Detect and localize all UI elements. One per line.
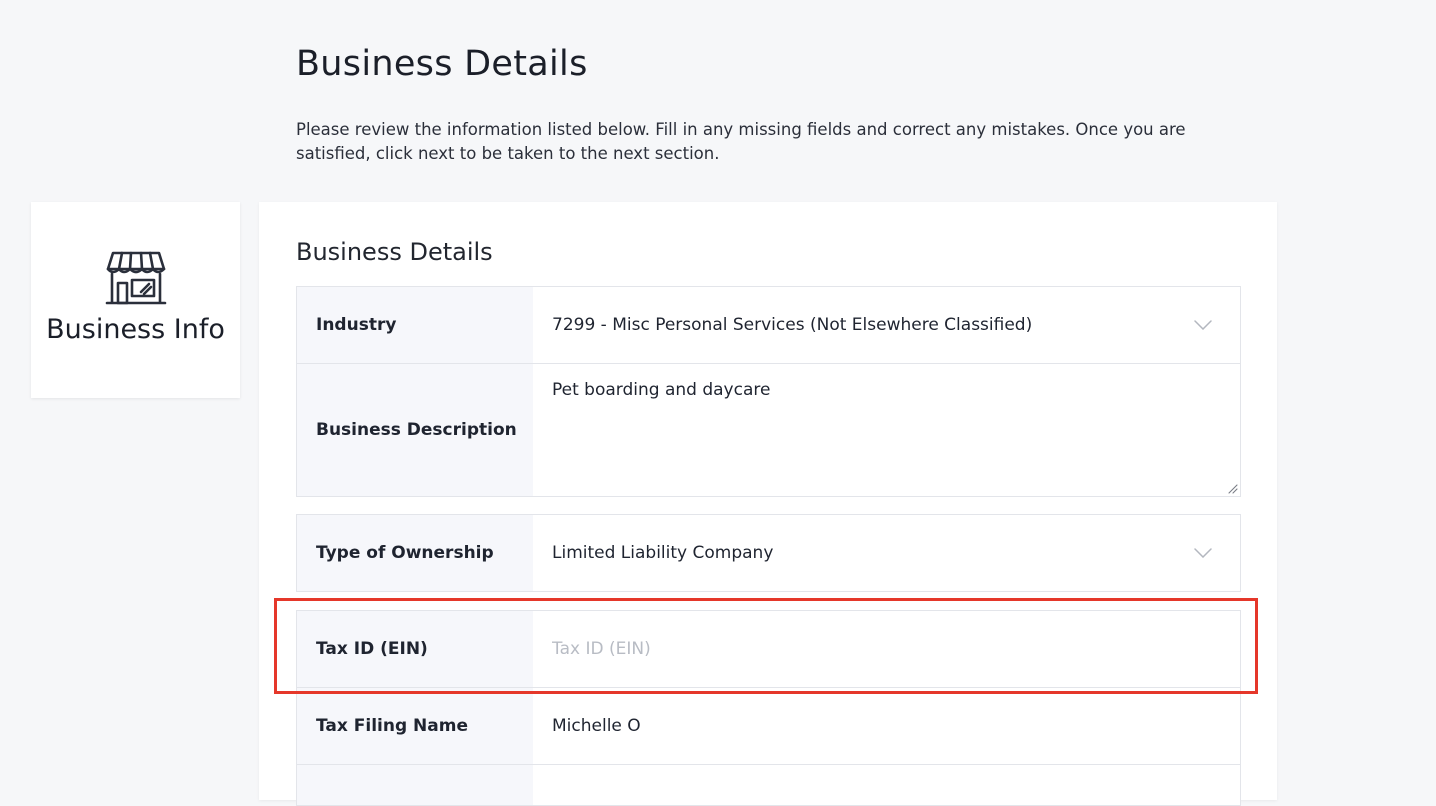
industry-description-group: Industry 7299 - Misc Personal Services (…: [296, 286, 1241, 497]
next-field-row: [297, 765, 1240, 805]
tax-id-input[interactable]: [552, 639, 1152, 659]
type-of-ownership-select[interactable]: Limited Liability Company: [533, 515, 1240, 591]
business-description-textarea[interactable]: Pet boarding and daycare: [533, 364, 1240, 496]
industry-row: Industry 7299 - Misc Personal Services (…: [297, 287, 1240, 364]
next-field-value[interactable]: [533, 765, 1240, 805]
type-of-ownership-row: Type of Ownership Limited Liability Comp…: [297, 515, 1240, 591]
section-title: Business Details: [296, 238, 493, 266]
business-description-label: Business Description: [297, 364, 533, 496]
industry-selected-value: 7299 - Misc Personal Services (Not Elsew…: [552, 315, 1033, 335]
tax-filing-name-label: Tax Filing Name: [297, 688, 533, 764]
tax-id-label: Tax ID (EIN): [297, 611, 533, 687]
resize-handle-icon[interactable]: [1228, 484, 1238, 494]
page-title: Business Details: [296, 44, 588, 84]
chevron-down-icon: [1194, 548, 1212, 558]
sidebar-item-label: Business Info: [46, 314, 225, 345]
tax-id-row: Tax ID (EIN): [297, 611, 1240, 688]
type-of-ownership-selected-value: Limited Liability Company: [552, 543, 774, 563]
business-details-card: Business Details Industry 7299 - Misc Pe…: [259, 202, 1277, 806]
chevron-down-icon: [1194, 320, 1212, 330]
industry-select[interactable]: 7299 - Misc Personal Services (Not Elsew…: [533, 287, 1240, 363]
tax-id-field[interactable]: [533, 611, 1240, 687]
tax-filing-name-value: Michelle O: [552, 716, 641, 736]
page-intro-text: Please review the information listed bel…: [296, 120, 1186, 163]
next-field-label: [297, 765, 533, 805]
type-of-ownership-label: Type of Ownership: [297, 515, 533, 591]
tax-filing-name-row: Tax Filing Name Michelle O: [297, 688, 1240, 765]
storefront-icon: [105, 251, 167, 305]
business-description-value: Pet boarding and daycare: [552, 380, 771, 400]
tax-filing-name-field[interactable]: Michelle O: [533, 688, 1240, 764]
ownership-group: Type of Ownership Limited Liability Comp…: [296, 514, 1241, 592]
industry-label: Industry: [297, 287, 533, 363]
sidebar-item-business-info[interactable]: Business Info: [31, 202, 240, 398]
business-description-row: Business Description Pet boarding and da…: [297, 364, 1240, 496]
tax-group: Tax ID (EIN) Tax Filing Name Michelle O: [296, 610, 1241, 806]
